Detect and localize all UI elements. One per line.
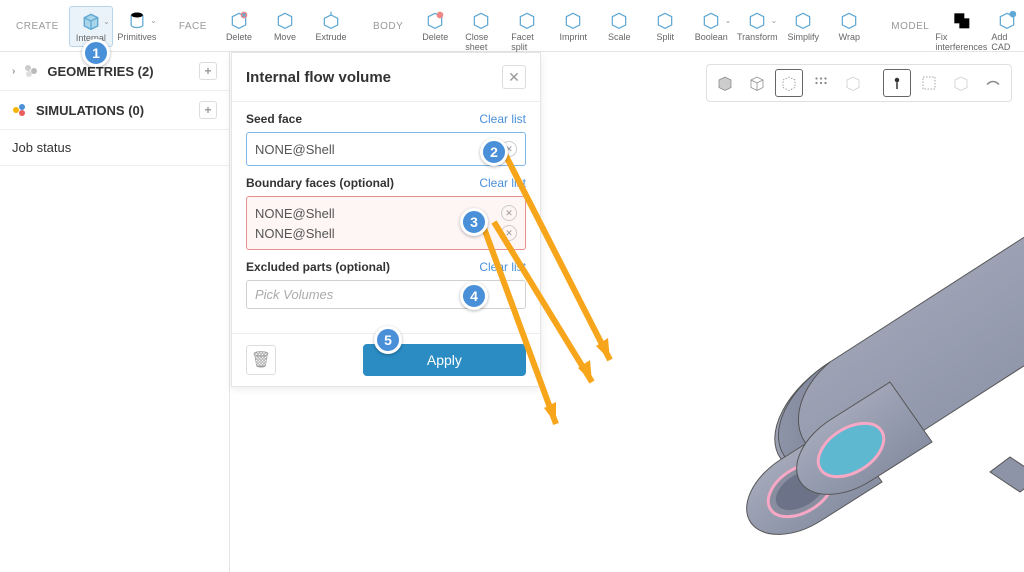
tool-delete-face[interactable]: Delete <box>217 6 261 45</box>
geometry-icon <box>23 63 39 79</box>
tool-transform[interactable]: Transform⌄ <box>735 6 779 45</box>
scale-icon <box>608 9 630 31</box>
remove-item-button[interactable]: ✕ <box>501 225 517 241</box>
sidebar-item-jobstatus[interactable]: Job status <box>0 130 229 166</box>
delete-face-icon <box>228 9 250 31</box>
group-label-face: FACE <box>171 21 215 32</box>
tool-wrap[interactable]: Wrap <box>827 6 871 45</box>
tool-fix-interferences[interactable]: Fix interferences <box>939 6 983 55</box>
wrap-icon <box>838 9 860 31</box>
chevron-down-icon: ⌄ <box>150 16 157 25</box>
toolbar: CREATE Internal ⌄ Primitives ⌄ FACE Dele… <box>0 0 1024 52</box>
sidebar-label: SIMULATIONS (0) <box>36 103 144 118</box>
move-icon <box>274 9 296 31</box>
close-icon: ✕ <box>508 69 520 86</box>
close-button[interactable]: ✕ <box>502 65 526 89</box>
clear-excluded-button[interactable]: Clear list <box>479 260 526 274</box>
tool-imprint[interactable]: Imprint <box>551 6 595 45</box>
callout-3: 3 <box>460 208 488 236</box>
tool-scale[interactable]: Scale <box>597 6 641 45</box>
add-cad-icon <box>996 9 1018 31</box>
group-label-body: BODY <box>365 21 411 32</box>
group-label-create: CREATE <box>8 21 67 32</box>
clear-boundary-button[interactable]: Clear list <box>479 176 526 190</box>
tool-split[interactable]: Split <box>643 6 687 45</box>
chevron-down-icon: ⌄ <box>103 17 110 26</box>
tool-move[interactable]: Move <box>263 6 307 45</box>
group-label-model: MODEL <box>883 21 937 32</box>
add-geometry-button[interactable]: + <box>199 62 217 80</box>
tool-facet-split[interactable]: Facet split <box>505 6 549 55</box>
cube-icon <box>80 10 102 32</box>
delete-button[interactable]: 🗑 <box>246 345 276 375</box>
trash-icon: 🗑 <box>251 350 271 370</box>
cylinder-icon <box>126 9 148 31</box>
tool-simplify[interactable]: Simplify <box>781 6 825 45</box>
remove-item-button[interactable]: ✕ <box>501 205 517 221</box>
sidebar: › GEOMETRIES (2) + SIMULATIONS (0) + Job… <box>0 52 230 572</box>
simulation-icon <box>12 102 28 118</box>
sidebar-item-simulations[interactable]: SIMULATIONS (0) + <box>0 91 229 130</box>
clear-seed-button[interactable]: Clear list <box>479 112 526 126</box>
tool-add-cad[interactable]: Add CAD <box>985 6 1024 55</box>
callout-1: 1 <box>82 39 110 67</box>
main-area: › GEOMETRIES (2) + SIMULATIONS (0) + Job… <box>0 52 1024 572</box>
seed-face-label: Seed face <box>246 112 302 126</box>
chevron-down-icon: ⌄ <box>771 16 778 25</box>
callout-5: 5 <box>374 326 402 354</box>
sidebar-label: Job status <box>12 140 71 155</box>
excluded-parts-label: Excluded parts (optional) <box>246 260 390 274</box>
add-simulation-button[interactable]: + <box>199 101 217 119</box>
imprint-icon <box>562 9 584 31</box>
transform-icon <box>746 9 768 31</box>
chevron-down-icon: ⌄ <box>725 16 732 25</box>
extrude-icon <box>320 9 342 31</box>
boolean-icon <box>700 9 722 31</box>
callout-4: 4 <box>460 282 488 310</box>
split-icon <box>654 9 676 31</box>
boundary-faces-label: Boundary faces (optional) <box>246 176 394 190</box>
facet-split-icon <box>516 9 538 31</box>
tool-boolean[interactable]: Boolean⌄ <box>689 6 733 45</box>
overlap-icon <box>950 9 972 31</box>
dialog-title: Internal flow volume <box>246 69 502 86</box>
chevron-right-icon: › <box>12 66 15 77</box>
callout-2: 2 <box>480 138 508 166</box>
tool-delete-body[interactable]: Delete <box>413 6 457 45</box>
tool-primitives[interactable]: Primitives ⌄ <box>115 6 159 45</box>
tool-extrude[interactable]: Extrude <box>309 6 353 45</box>
close-sheet-icon <box>470 9 492 31</box>
simplify-icon <box>792 9 814 31</box>
sidebar-item-geometries[interactable]: › GEOMETRIES (2) + <box>0 52 229 91</box>
tool-close-sheet[interactable]: Close sheet <box>459 6 503 55</box>
model-body <box>580 82 1024 552</box>
delete-body-icon <box>424 9 446 31</box>
